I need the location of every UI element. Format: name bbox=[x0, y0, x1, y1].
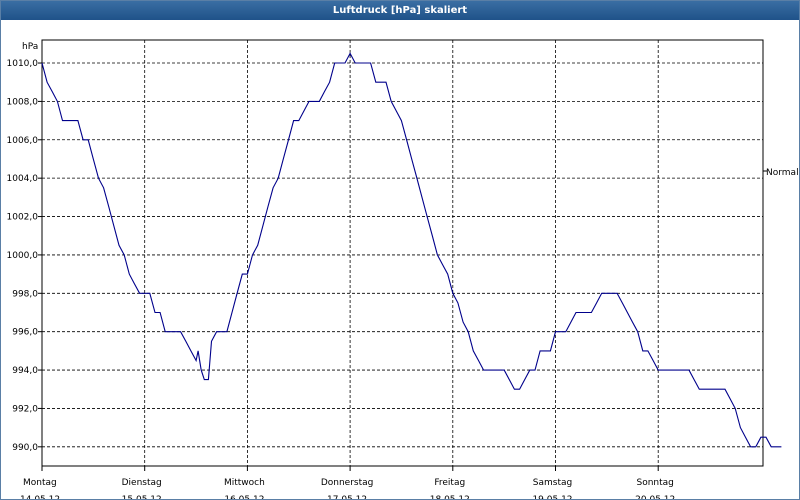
y-tick-label: 998,0 bbox=[12, 289, 38, 299]
window-title: Luftdruck [hPa] skaliert bbox=[1, 1, 799, 20]
y-tick-label: 992,0 bbox=[12, 404, 38, 414]
x-tick-day-label: Donnerstag bbox=[321, 478, 374, 488]
y-tick-label: 1000,0 bbox=[7, 251, 39, 261]
x-tick-day-label: Sonntag bbox=[637, 478, 674, 488]
normal-reference-label: Normal bbox=[766, 168, 799, 178]
plot-frame bbox=[41, 39, 764, 467]
x-tick-date-label: 20.05.12 bbox=[635, 495, 675, 499]
x-tick-date-label: 16.05.12 bbox=[224, 495, 264, 499]
x-tick-day-label: Mittwoch bbox=[224, 478, 265, 488]
y-tick-label: 1004,0 bbox=[7, 174, 39, 184]
x-tick-date-label: 15.05.12 bbox=[122, 495, 162, 499]
x-tick-date-label: 17.05.12 bbox=[327, 495, 367, 499]
y-tick-label: 994,0 bbox=[12, 366, 38, 376]
y-tick-label: 1010,0 bbox=[7, 59, 39, 69]
x-tick-date-label: 14.05.12 bbox=[20, 495, 60, 499]
y-tick-label: 1006,0 bbox=[7, 136, 39, 146]
x-tick-day-label: Montag bbox=[23, 478, 57, 488]
y-tick-label: 1002,0 bbox=[7, 213, 39, 223]
y-tick-label: 1008,0 bbox=[7, 97, 39, 107]
x-tick-day-label: Freitag bbox=[434, 478, 465, 488]
y-unit-label: hPa bbox=[22, 42, 38, 52]
x-tick-date-label: 18.05.12 bbox=[430, 495, 470, 499]
y-tick-label: 996,0 bbox=[12, 328, 38, 338]
chart-window: Luftdruck [hPa] skaliert 1010,0 1008,0 100… bbox=[0, 0, 800, 500]
y-tick-label: 990,0 bbox=[12, 443, 38, 453]
x-tick-day-label: Samstag bbox=[533, 478, 572, 488]
x-tick-date-label: 19.05.12 bbox=[532, 495, 572, 499]
pressure-chart: 1010,0 1008,0 1006,0 1004,0 1002,0 1000,0 998,… bbox=[7, 39, 799, 499]
x-tick-day-label: Dienstag bbox=[122, 478, 162, 488]
